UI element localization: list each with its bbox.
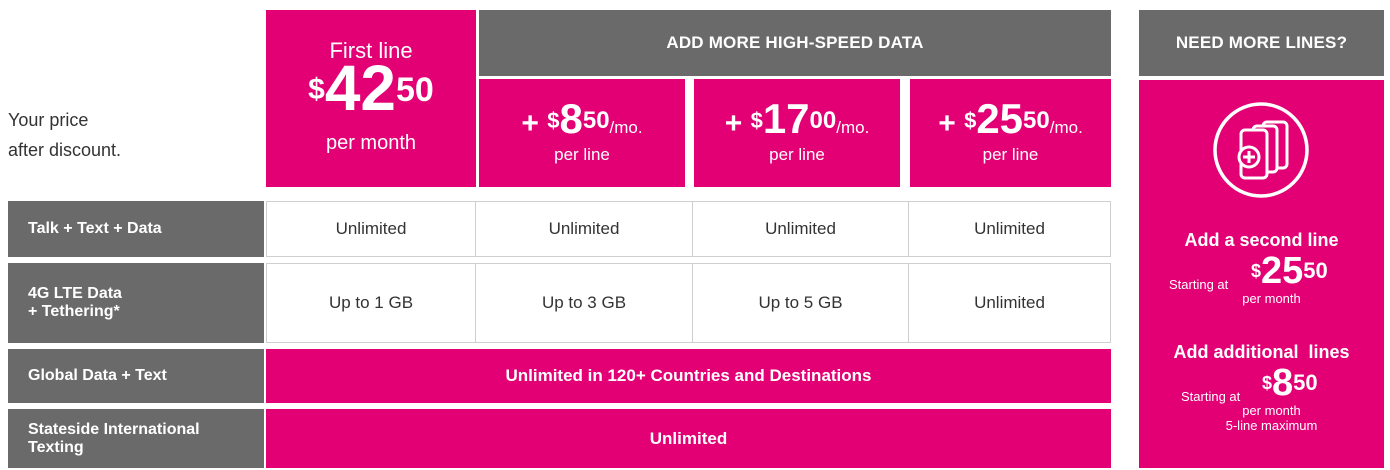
- price-dollar: $: [1251, 261, 1262, 281]
- global-data-banner: Unlimited in 120+ Countries and Destinat…: [266, 349, 1111, 403]
- addon-dollar: $: [750, 108, 763, 133]
- addon-price-3: + $2550/mo. per line: [910, 79, 1111, 187]
- intro-line-1: Your price: [8, 110, 89, 130]
- addon-prefix: +: [938, 107, 965, 140]
- addon-price-2: + $1700/mo. per line: [694, 79, 900, 187]
- addon-per: per line: [554, 145, 610, 164]
- row-label-stateside-texting: Stateside International Texting: [8, 409, 264, 468]
- add-data-header: ADD MORE HIGH-SPEED DATA: [479, 10, 1111, 76]
- starting-at-label: Starting at: [1181, 389, 1241, 404]
- multiple-phones-add-icon: [1211, 100, 1311, 200]
- first-line-price: $4250: [266, 56, 476, 134]
- price-whole: 25: [1261, 250, 1304, 292]
- addon-prefix: +: [724, 107, 751, 140]
- row-label-line-1: Stateside International: [28, 420, 200, 438]
- second-line-amount: $2550: [1251, 251, 1328, 299]
- addon-unit: /mo.: [609, 118, 643, 137]
- addon-whole: 8: [559, 95, 583, 142]
- row-label-talk-text-data: Talk + Text + Data: [8, 201, 264, 257]
- addon-cents: 50: [582, 107, 610, 134]
- addon-whole: 25: [976, 95, 1024, 142]
- table-cell: Up to 1 GB: [266, 263, 476, 343]
- price-cents: 50: [1293, 370, 1318, 395]
- row-label-line-2: + Tethering*: [28, 303, 120, 320]
- need-more-lines-header: NEED MORE LINES?: [1139, 10, 1384, 76]
- first-line-per: per month: [325, 132, 417, 154]
- intro-text: Your price after discount.: [8, 105, 121, 165]
- addon-price-1: + $850/mo. per line: [479, 79, 685, 187]
- price-cents: 50: [396, 71, 434, 109]
- addon-cents: 50: [1023, 107, 1050, 134]
- additional-line-price: Starting at $850: [1139, 363, 1384, 405]
- price-whole: 42: [324, 52, 397, 124]
- row-label-global-data-text: Global Data + Text: [8, 349, 264, 403]
- table-cell: Unlimited: [908, 201, 1111, 257]
- table-cell: Unlimited: [692, 201, 909, 257]
- add-second-line-title: Add a second line: [1184, 230, 1339, 250]
- table-cell: Up to 5 GB: [692, 263, 909, 343]
- table-cell: Unlimited: [266, 201, 476, 257]
- need-more-lines-panel: Add a second line Starting at $2550 per …: [1139, 80, 1384, 468]
- intro-line-2: after discount.: [8, 140, 122, 160]
- addon-unit: /mo.: [836, 118, 870, 137]
- addon-price-value: + $1700/mo.: [694, 98, 900, 149]
- price-dollar: $: [308, 73, 325, 106]
- stateside-texting-banner: Unlimited: [266, 409, 1111, 468]
- table-cell: Up to 3 GB: [475, 263, 693, 343]
- add-additional-lines-title: Add additional lines: [1173, 342, 1350, 362]
- addon-dollar: $: [547, 108, 560, 133]
- row-label-line-1: 4G LTE Data: [28, 285, 122, 302]
- add-additional-lines: Add additional lines Starting at $850 pe…: [1139, 342, 1384, 433]
- price-cents: 50: [1303, 258, 1328, 283]
- row-label-4g-lte-data: 4G LTE Data + Tethering*: [8, 263, 264, 343]
- addon-whole: 17: [762, 95, 810, 142]
- price-dollar: $: [1262, 373, 1273, 393]
- addon-dollar: $: [964, 108, 977, 133]
- price-whole: 8: [1272, 362, 1294, 404]
- addon-unit: /mo.: [1049, 118, 1083, 137]
- starting-at-label: Starting at: [1169, 277, 1229, 292]
- table-cell: Unlimited: [908, 263, 1111, 343]
- table-cell: Unlimited: [475, 201, 693, 257]
- row-label-line-2: Texting: [28, 438, 84, 456]
- second-line-price: Starting at $2550: [1139, 251, 1384, 293]
- addon-price-value: + $850/mo.: [479, 98, 685, 149]
- line-maximum-note: 5-line maximum: [1225, 418, 1318, 433]
- addon-price-value: + $2550/mo.: [910, 98, 1111, 149]
- additional-line-amount: $850: [1262, 363, 1318, 411]
- addon-prefix: +: [521, 107, 548, 140]
- first-line-header: First line $4250 per month: [266, 10, 476, 187]
- addon-cents: 00: [809, 107, 837, 134]
- add-second-line: Add a second line Starting at $2550 per …: [1139, 230, 1384, 306]
